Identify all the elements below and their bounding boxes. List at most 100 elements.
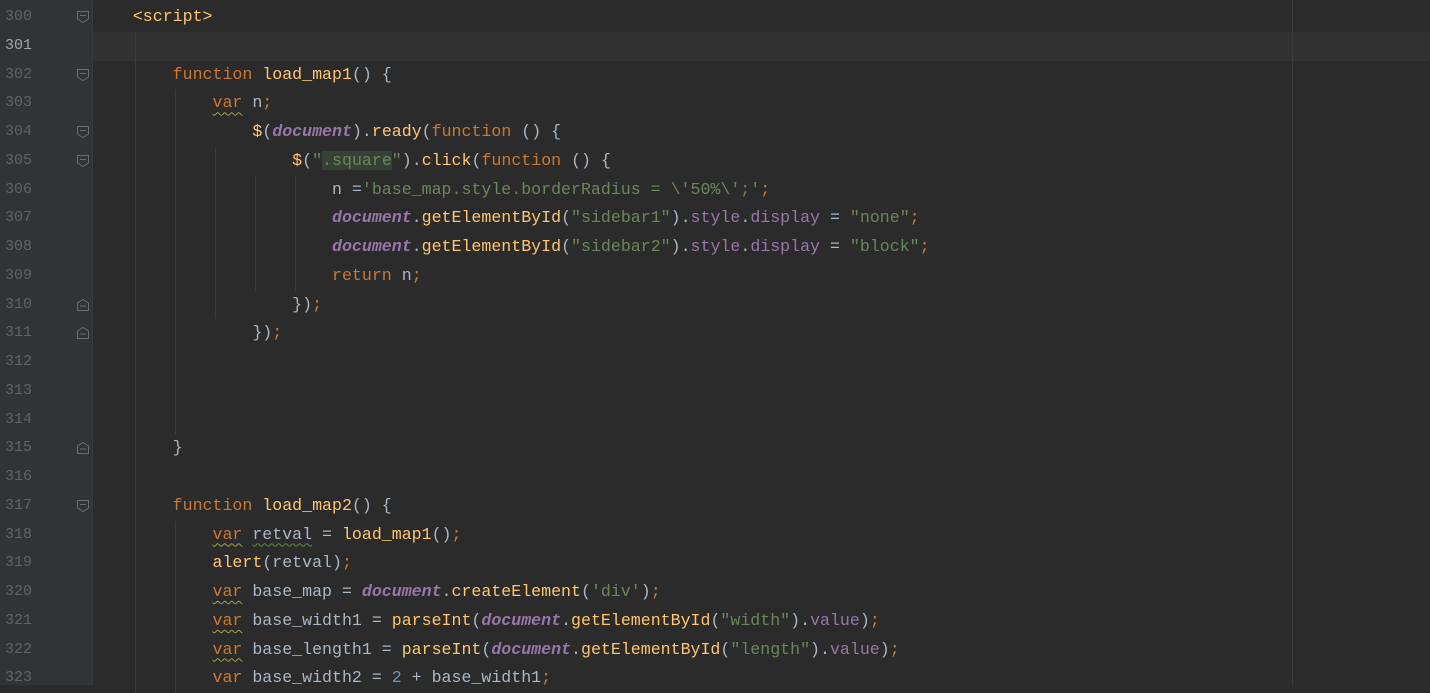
line-number: 311: [5, 319, 45, 348]
code-token: ): [860, 611, 870, 630]
fold-end-icon[interactable]: [77, 327, 89, 339]
code-text: var n;: [93, 89, 272, 118]
code-token: .: [412, 208, 422, 227]
code-token: [93, 151, 292, 170]
code-line[interactable]: 307 document.getElementById("sidebar1").…: [0, 204, 1430, 233]
code-token: document: [272, 122, 352, 141]
code-line[interactable]: 319 alert(retval);: [0, 549, 1430, 578]
code-line[interactable]: 302 function load_map1() {: [0, 61, 1430, 90]
fold-collapse-icon[interactable]: [77, 500, 89, 512]
code-line[interactable]: 309 return n;: [0, 262, 1430, 291]
code-text: var base_width1 = parseInt(document.getE…: [93, 607, 880, 636]
code-token: createElement: [452, 582, 581, 601]
fold-end-icon[interactable]: [77, 442, 89, 454]
code-token: base_map =: [242, 582, 362, 601]
code-token: ;: [312, 295, 322, 314]
code-token: <script>: [133, 7, 213, 26]
code-line[interactable]: 316: [0, 463, 1430, 492]
code-token: =: [820, 208, 850, 227]
code-token: (: [581, 582, 591, 601]
code-line[interactable]: 314: [0, 406, 1430, 435]
code-line[interactable]: 317 function load_map2() {: [0, 492, 1430, 521]
fold-collapse-icon[interactable]: [77, 11, 89, 23]
code-token: var: [213, 611, 243, 630]
code-line[interactable]: 321 var base_width1 = parseInt(document.…: [0, 607, 1430, 636]
code-token: style: [691, 208, 741, 227]
code-line[interactable]: 318 var retval = load_map1();: [0, 521, 1430, 550]
code-token: $: [292, 151, 302, 170]
code-token: (: [561, 237, 571, 256]
code-token: (: [481, 640, 491, 659]
code-token: [93, 640, 213, 659]
code-token: base_length1 =: [242, 640, 401, 659]
code-token: n: [242, 93, 262, 112]
code-line[interactable]: 312: [0, 348, 1430, 377]
code-token: .: [561, 611, 571, 630]
code-token: function: [481, 151, 571, 170]
code-line[interactable]: 306 n ='base_map.style.borderRadius = \'…: [0, 176, 1430, 205]
code-token: alert: [213, 553, 263, 572]
code-line[interactable]: 323 var base_width2 = 2 + base_width1;: [0, 664, 1430, 693]
code-line[interactable]: 322 var base_length1 = parseInt(document…: [0, 636, 1430, 665]
code-token: value: [830, 640, 880, 659]
code-token: [93, 208, 332, 227]
code-token: ).: [671, 208, 691, 227]
fold-collapse-icon[interactable]: [77, 155, 89, 167]
code-text: document.getElementById("sidebar2").styl…: [93, 233, 930, 262]
code-token: () {: [571, 151, 611, 170]
code-token: function: [173, 65, 263, 84]
code-token: function: [173, 496, 263, 515]
code-line[interactable]: 311 });: [0, 319, 1430, 348]
code-line[interactable]: 300 <script>: [0, 3, 1430, 32]
code-token: [242, 525, 252, 544]
code-token: "length": [730, 640, 810, 659]
code-token: load_map1: [262, 65, 352, 84]
line-number: 317: [5, 492, 45, 521]
code-token: display: [750, 237, 820, 256]
line-number: 310: [5, 291, 45, 320]
code-token: parseInt: [402, 640, 482, 659]
code-token: [93, 237, 332, 256]
code-token: (: [710, 611, 720, 630]
line-number: 314: [5, 406, 45, 435]
code-token: getElementById: [571, 611, 710, 630]
code-text: function load_map2() {: [93, 492, 392, 521]
code-token: ;: [342, 553, 352, 572]
code-text: });: [93, 291, 322, 320]
code-text: });: [93, 319, 282, 348]
fold-collapse-icon[interactable]: [77, 126, 89, 138]
code-token: (: [471, 151, 481, 170]
code-line[interactable]: 308 document.getElementById("sidebar2").…: [0, 233, 1430, 262]
code-line[interactable]: 304 $(document).ready(function () {: [0, 118, 1430, 147]
code-line[interactable]: 313: [0, 377, 1430, 406]
code-line[interactable]: 310 });: [0, 291, 1430, 320]
code-line[interactable]: 301: [0, 32, 1430, 61]
code-token: [93, 668, 213, 687]
code-line[interactable]: 305 $(".square").click(function () {: [0, 147, 1430, 176]
code-token: n: [402, 266, 412, 285]
code-token: ).: [810, 640, 830, 659]
code-token: ;: [890, 640, 900, 659]
code-text: }: [93, 434, 183, 463]
line-number: 302: [5, 61, 45, 90]
fold-collapse-icon[interactable]: [77, 69, 89, 81]
code-token: ): [880, 640, 890, 659]
code-token: "width": [720, 611, 790, 630]
code-token: [93, 122, 252, 141]
code-text: var base_map = document.createElement('d…: [93, 578, 661, 607]
code-token: display: [750, 208, 820, 227]
code-text: return n;: [93, 262, 422, 291]
code-token: "none": [850, 208, 910, 227]
code-line[interactable]: 303 var n;: [0, 89, 1430, 118]
code-line[interactable]: 320 var base_map = document.createElemen…: [0, 578, 1430, 607]
code-token: + base_width1: [402, 668, 541, 687]
code-token: n =: [93, 180, 362, 199]
line-number: 309: [5, 262, 45, 291]
code-token: (: [262, 122, 272, 141]
line-number: 320: [5, 578, 45, 607]
code-line[interactable]: 315 }: [0, 434, 1430, 463]
code-token: [93, 611, 213, 630]
code-token: var: [213, 93, 243, 112]
fold-end-icon[interactable]: [77, 299, 89, 311]
code-token: () {: [521, 122, 561, 141]
